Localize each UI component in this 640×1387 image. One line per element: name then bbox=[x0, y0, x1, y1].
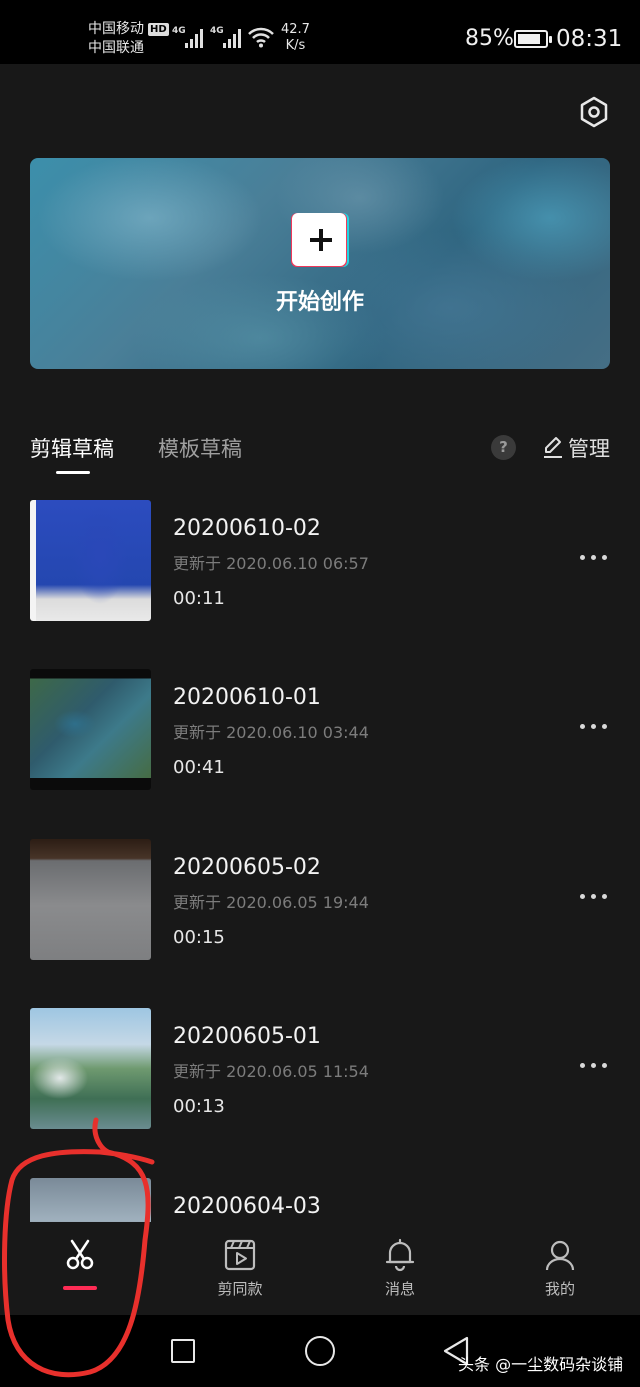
nav-label-templates: 剪同款 bbox=[217, 1280, 263, 1298]
hd-badge: HD bbox=[148, 23, 169, 36]
draft-item[interactable]: 20200610-01 更新于 2020.06.10 03:44 00:41 bbox=[30, 669, 610, 791]
settings-hexagon-icon[interactable] bbox=[578, 96, 610, 128]
nav-item-edit[interactable] bbox=[0, 1222, 160, 1315]
more-options-icon[interactable] bbox=[580, 894, 608, 902]
scissors-icon bbox=[66, 1239, 94, 1270]
edit-pencil-icon bbox=[544, 437, 562, 458]
nav-label-profile: 我的 bbox=[544, 1280, 575, 1298]
draft-updated-time: 更新于 2020.06.05 19:44 bbox=[173, 893, 369, 912]
signal-bars-icon bbox=[185, 29, 203, 48]
draft-thumbnail[interactable] bbox=[30, 500, 151, 621]
draft-item[interactable]: 20200604-03 bbox=[30, 1178, 610, 1222]
manage-label: 管理 bbox=[568, 437, 610, 461]
person-icon bbox=[545, 1240, 575, 1271]
more-options-icon[interactable] bbox=[580, 1063, 608, 1071]
carrier-2: 中国联通 bbox=[88, 40, 144, 56]
draft-updated-time: 更新于 2020.06.05 11:54 bbox=[173, 1062, 369, 1081]
nav-label-messages: 消息 bbox=[384, 1280, 415, 1298]
speed-value: 42.7 bbox=[281, 22, 310, 37]
plus-vertical bbox=[319, 229, 323, 251]
tab-template-drafts[interactable]: 模板草稿 bbox=[158, 433, 242, 463]
battery-icon bbox=[514, 30, 552, 48]
watermark-text: 头条 @一尘数码杂谈铺 bbox=[458, 1355, 624, 1374]
active-nav-indicator bbox=[63, 1286, 97, 1290]
draft-title: 20200605-02 bbox=[173, 855, 321, 880]
status-bar: 中国移动 中国联通 HD 4G 4G 42.7 K/s 85% 08:31 bbox=[0, 0, 640, 64]
plus-icon-tile bbox=[292, 213, 346, 266]
draft-thumbnail[interactable] bbox=[30, 1008, 151, 1129]
carrier-names: 中国移动 中国联通 bbox=[88, 20, 144, 58]
draft-thumbnail[interactable] bbox=[30, 669, 151, 790]
network-speed: 42.7 K/s bbox=[281, 22, 310, 54]
draft-duration: 00:41 bbox=[173, 757, 225, 778]
speed-unit: K/s bbox=[285, 38, 306, 53]
more-options-icon[interactable] bbox=[580, 724, 608, 732]
draft-title: 20200610-02 bbox=[173, 516, 321, 541]
help-icon[interactable]: ? bbox=[491, 435, 516, 460]
plus-icon[interactable] bbox=[290, 212, 350, 267]
tab-edit-drafts[interactable]: 剪辑草稿 bbox=[30, 433, 114, 463]
nav-item-messages[interactable]: 消息 bbox=[320, 1222, 480, 1315]
signal-bars-icon bbox=[223, 29, 241, 48]
draft-duration: 00:11 bbox=[173, 588, 225, 609]
system-navigation-bar: 头条 @一尘数码杂谈铺 bbox=[0, 1315, 640, 1387]
battery-level-fill bbox=[518, 34, 540, 44]
more-options-icon[interactable] bbox=[580, 555, 608, 563]
draft-duration: 00:15 bbox=[173, 927, 225, 948]
draft-title: 20200605-01 bbox=[173, 1024, 321, 1049]
draft-item[interactable]: 20200610-02 更新于 2020.06.10 06:57 00:11 bbox=[30, 500, 610, 622]
wifi-icon bbox=[248, 27, 274, 48]
draft-title: 20200604-03 bbox=[173, 1194, 321, 1219]
battery-tip bbox=[549, 36, 552, 43]
nav-item-templates[interactable]: 剪同款 bbox=[160, 1222, 320, 1315]
clock: 08:31 bbox=[556, 26, 623, 52]
play-clapper-icon bbox=[224, 1239, 256, 1271]
carrier-1: 中国移动 bbox=[88, 21, 144, 37]
draft-item[interactable]: 20200605-01 更新于 2020.06.05 11:54 00:13 bbox=[30, 1008, 610, 1130]
nav-item-profile[interactable]: 我的 bbox=[480, 1222, 640, 1315]
draft-thumbnail[interactable] bbox=[30, 1178, 151, 1222]
bell-icon bbox=[385, 1238, 415, 1272]
battery-percent: 85% bbox=[465, 26, 514, 51]
draft-updated-time: 更新于 2020.06.10 03:44 bbox=[173, 723, 369, 742]
start-creation-label[interactable]: 开始创作 bbox=[230, 284, 410, 316]
recent-apps-icon[interactable] bbox=[171, 1339, 195, 1363]
draft-item[interactable]: 20200605-02 更新于 2020.06.05 19:44 00:15 bbox=[30, 839, 610, 961]
active-tab-indicator bbox=[56, 471, 90, 474]
draft-thumbnail[interactable] bbox=[30, 839, 151, 960]
draft-updated-time: 更新于 2020.06.10 06:57 bbox=[173, 554, 369, 573]
home-icon[interactable] bbox=[305, 1336, 335, 1366]
draft-title: 20200610-01 bbox=[173, 685, 321, 710]
draft-duration: 00:13 bbox=[173, 1096, 225, 1117]
bottom-navigation: 剪同款 消息 我的 bbox=[0, 1222, 640, 1315]
